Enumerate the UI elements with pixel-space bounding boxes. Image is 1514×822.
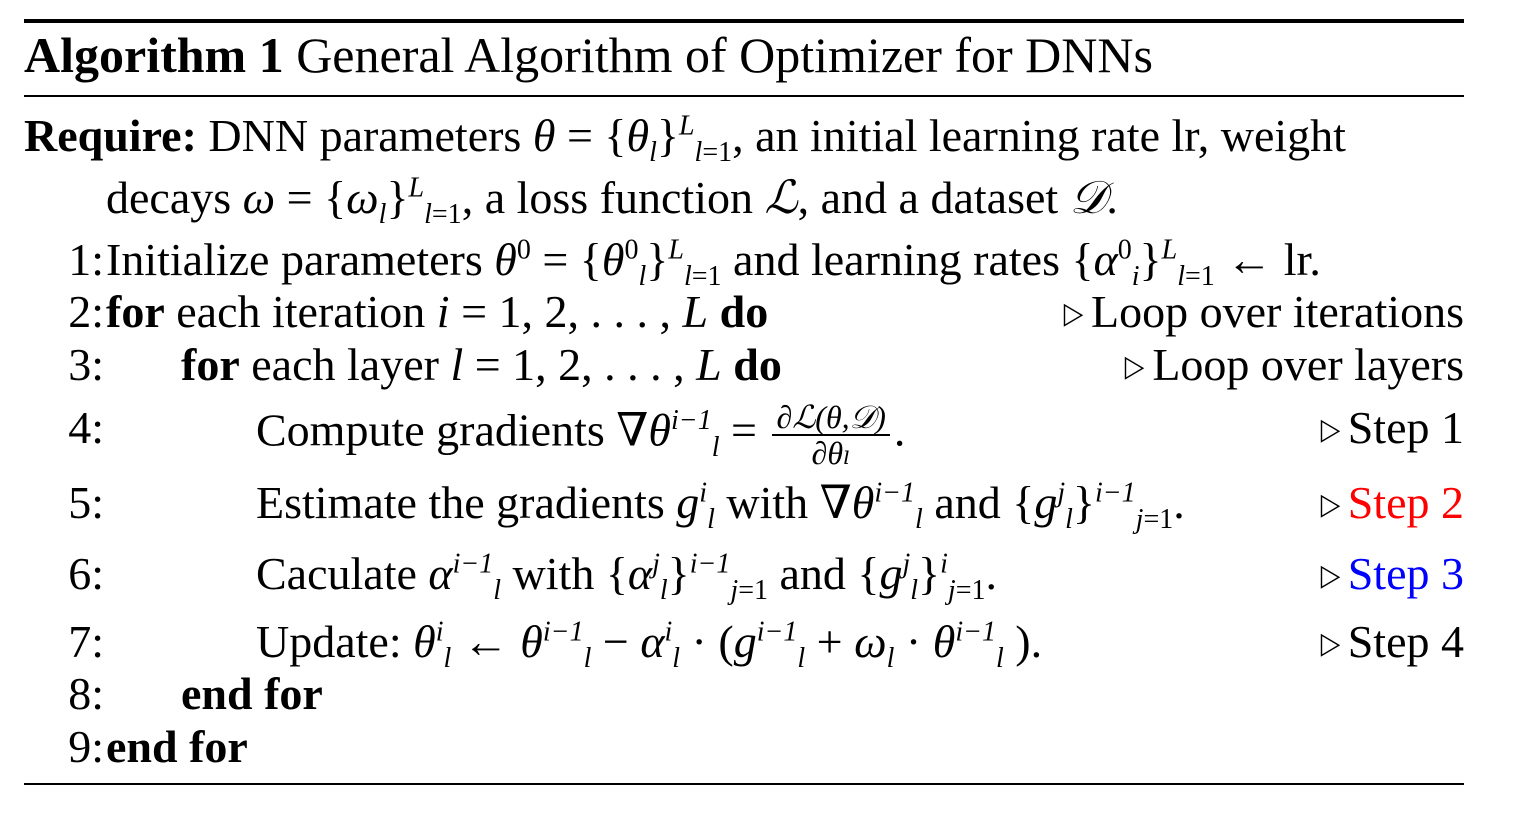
step-text: for each layer l = 1, 2, . . . , L do (181, 339, 782, 390)
algorithm-label: Algorithm 1 (24, 27, 284, 83)
require-text-2: decays ω = {ωl}Ll=1, a loss function ℒ, … (106, 172, 1118, 231)
fraction-denominator: ∂θₗ (811, 435, 851, 471)
require-line-2: decays ω = {ωl}Ll=1, a loss function ℒ, … (24, 170, 1464, 231)
bottom-rule (24, 783, 1464, 785)
step-text: for each iteration i = 1, 2, . . . , L d… (106, 286, 769, 337)
comment-triangle-icon: ▷ (1320, 488, 1340, 521)
step-line-9: 9: end for (24, 719, 1464, 775)
step-comment: ▷ Step 2 (1319, 475, 1464, 533)
line-number: 3: (68, 339, 104, 390)
step-comment: ▷ Loop over layers (1123, 337, 1464, 395)
line-number: 9: (68, 721, 104, 772)
line-number: 7: (68, 616, 104, 667)
algorithm-title: General Algorithm of Optimizer for DNNs (296, 27, 1153, 83)
step-line-7: 7: Update: θil ← θi−1l − αil · (gi−1l + … (24, 614, 1464, 675)
step-text: Caculate αi−1l with {αjl}i−1j=1 and {gjl… (256, 548, 997, 607)
step-line-3: 3: for each layer l = 1, 2, . . . , L do… (24, 337, 1464, 393)
line-number: 4: (68, 402, 104, 453)
step-line-8: 8: end for (24, 666, 1464, 722)
line-number: 5: (68, 477, 104, 528)
algorithm-caption: Algorithm 1 General Algorithm of Optimiz… (24, 22, 1153, 88)
line-number: 2: (68, 286, 104, 337)
comment-text: Step 2 (1347, 477, 1464, 528)
comment-text: Loop over layers (1152, 339, 1464, 390)
step-line-2: 2: for each iteration i = 1, 2, . . . , … (24, 284, 1464, 340)
comment-text: Step 4 (1347, 616, 1464, 667)
comment-triangle-icon: ▷ (1320, 413, 1340, 446)
require-keyword: Require: (24, 110, 197, 161)
comment-triangle-icon: ▷ (1063, 297, 1084, 330)
keyword-do: do (719, 286, 769, 337)
comment-text: Step 1 (1347, 402, 1464, 453)
step-comment: ▷ Step 4 (1319, 614, 1464, 672)
step-line-4: 4: Compute gradients ∇θi−1l = ∂ℒ(θ,𝒟) ∂θₗ… (24, 400, 1464, 470)
step-text: Compute gradients ∇θi−1l = ∂ℒ(θ,𝒟) ∂θₗ. (256, 399, 906, 471)
keyword-for: for (106, 286, 165, 337)
step-text: Estimate the gradients gil with ∇θi−1l a… (256, 477, 1185, 536)
caption-rule (24, 95, 1464, 97)
line-number: 1: (68, 234, 104, 285)
comment-triangle-icon: ▷ (1124, 350, 1145, 383)
keyword-do: do (733, 339, 782, 390)
comment-triangle-icon: ▷ (1320, 559, 1340, 592)
gradient-fraction: ∂ℒ(θ,𝒟) ∂θₗ (772, 400, 890, 471)
step-text: Initialize parameters θ0 = {θ0l}Ll=1 and… (106, 234, 1321, 293)
step-line-6: 6: Caculate αi−1l with {αjl}i−1j=1 and {… (24, 546, 1464, 607)
step-comment: ▷ Step 3 (1319, 546, 1464, 604)
line-number: 6: (68, 548, 104, 599)
fraction-numerator: ∂ℒ(θ,𝒟) (772, 400, 890, 436)
comment-triangle-icon: ▷ (1320, 627, 1340, 660)
step-line-1: 1: Initialize parameters θ0 = {θ0l}Ll=1 … (24, 232, 1464, 293)
require-text-1: DNN parameters θ = {θl}Ll=1, an initial … (208, 110, 1346, 169)
require-line-1: Require: DNN parameters θ = {θl}Ll=1, an… (24, 108, 1464, 169)
step-line-5: 5: Estimate the gradients gil with ∇θi−1… (24, 475, 1464, 536)
line-number: 8: (68, 668, 104, 719)
keyword-for: for (181, 339, 240, 390)
comment-text: Loop over iterations (1090, 286, 1464, 337)
keyword-end-for: end for (106, 721, 248, 772)
step-text: Update: θil ← θi−1l − αil · (gi−1l + ωl … (256, 616, 1043, 675)
keyword-end-for: end for (181, 668, 323, 719)
step-comment: ▷ Loop over iterations (1062, 284, 1464, 342)
comment-text: Step 3 (1347, 548, 1464, 599)
step-comment: ▷ Step 1 (1319, 400, 1464, 458)
